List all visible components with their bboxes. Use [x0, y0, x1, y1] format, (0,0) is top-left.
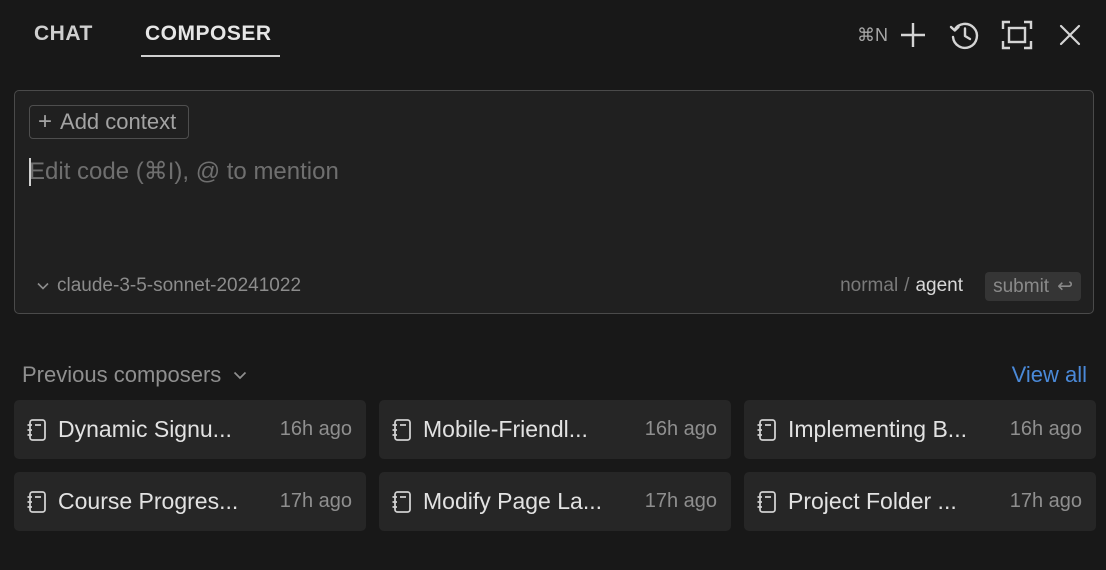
editor-placeholder: Edit code (⌘I), @ to mention: [29, 158, 339, 185]
close-icon[interactable]: [1053, 18, 1087, 52]
composer-time: 16h ago: [1009, 418, 1082, 440]
mode-toggle: normal / agent: [840, 275, 963, 297]
composer-input-box: + Add context Edit code (⌘I), @ to menti…: [14, 90, 1094, 314]
composer-time: 17h ago: [279, 490, 352, 512]
notebook-icon: [391, 418, 413, 442]
composer-title: Mobile-Friendl...: [423, 416, 588, 442]
notebook-icon: [756, 418, 778, 442]
composer-title: Implementing B...: [788, 416, 967, 442]
tab-chat[interactable]: CHAT: [34, 22, 93, 46]
mode-separator: /: [904, 275, 910, 296]
composer-title: Course Progres...: [58, 488, 239, 514]
submit-label: submit: [993, 275, 1050, 297]
new-composer-shortcut: ⌘N: [857, 25, 888, 45]
composer-time: 17h ago: [1009, 490, 1082, 512]
model-name: claude-3-5-sonnet-20241022: [57, 275, 302, 296]
composer-editor[interactable]: Edit code (⌘I), @ to mention: [29, 157, 1069, 197]
composer-card[interactable]: Dynamic Signu... 16h ago: [14, 400, 366, 459]
notebook-icon: [391, 490, 413, 514]
add-context-label: Add context: [60, 109, 177, 134]
previous-composers-toggle[interactable]: Previous composers: [22, 362, 247, 388]
submit-button[interactable]: submit ↩: [985, 272, 1081, 301]
composer-title: Dynamic Signu...: [58, 416, 232, 442]
composer-card[interactable]: Project Folder ... 17h ago: [744, 472, 1096, 531]
history-icon[interactable]: [947, 18, 981, 52]
chevron-down-icon: [234, 371, 247, 379]
composer-card[interactable]: Mobile-Friendl... 16h ago: [379, 400, 731, 459]
enter-icon: ↩: [1057, 276, 1073, 297]
composer-time: 17h ago: [644, 490, 717, 512]
composer-time: 16h ago: [279, 418, 352, 440]
text-caret: [29, 158, 31, 186]
maximize-icon[interactable]: [1000, 18, 1034, 52]
notebook-icon: [26, 418, 48, 442]
composer-card[interactable]: Implementing B... 16h ago: [744, 400, 1096, 459]
model-selector[interactable]: claude-3-5-sonnet-20241022: [37, 275, 301, 297]
tab-composer[interactable]: COMPOSER: [145, 22, 272, 46]
active-tab-indicator: [141, 55, 280, 57]
composer-title: Project Folder ...: [788, 488, 957, 514]
composer-title: Modify Page La...: [423, 488, 602, 514]
mode-agent-option[interactable]: agent: [915, 275, 963, 296]
plus-icon[interactable]: [896, 18, 930, 52]
notebook-icon: [756, 490, 778, 514]
view-all-link[interactable]: View all: [1012, 362, 1087, 388]
chevron-down-icon: [37, 282, 49, 290]
notebook-icon: [26, 490, 48, 514]
composer-card[interactable]: Course Progres... 17h ago: [14, 472, 366, 531]
add-context-button[interactable]: + Add context: [29, 105, 190, 139]
composer-card[interactable]: Modify Page La... 17h ago: [379, 472, 731, 531]
previous-composers-label: Previous composers: [22, 362, 222, 387]
composer-time: 16h ago: [644, 418, 717, 440]
add-context-plus-icon: +: [38, 108, 53, 135]
mode-normal-option[interactable]: normal: [840, 275, 898, 296]
panel-header: CHAT COMPOSER ⌘N: [0, 0, 1106, 70]
